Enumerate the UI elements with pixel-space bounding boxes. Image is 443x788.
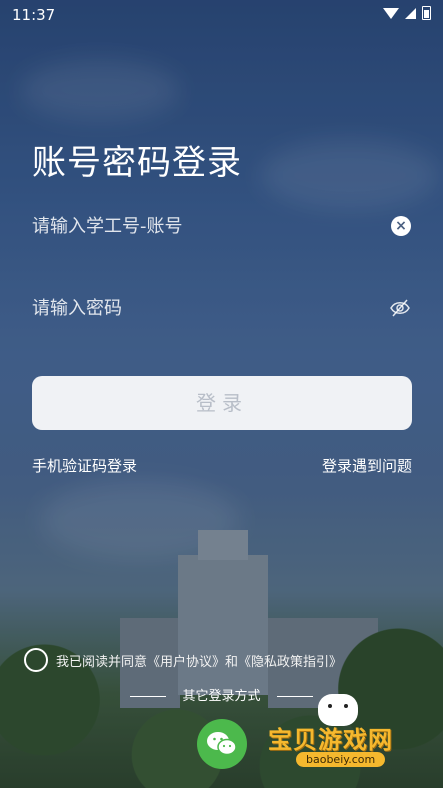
status-bar: 11:37 bbox=[0, 0, 443, 30]
account-field-wrapper: × bbox=[32, 206, 411, 246]
other-login-label: 其它登录方式 bbox=[182, 689, 261, 704]
agreement-row: 我已阅读并同意 《用户协议》 和 《隐私政策指引》 bbox=[24, 648, 342, 672]
clear-icon[interactable]: × bbox=[391, 216, 411, 236]
status-icons bbox=[383, 6, 431, 20]
account-input[interactable] bbox=[32, 206, 411, 246]
eye-off-icon[interactable] bbox=[389, 297, 411, 323]
wechat-icon bbox=[207, 732, 237, 756]
other-login-divider: 其它登录方式 bbox=[0, 685, 443, 704]
agreement-prefix: 我已阅读并同意 bbox=[56, 654, 148, 670]
divider-line bbox=[130, 696, 167, 697]
privacy-policy-link[interactable]: 《隐私政策指引》 bbox=[238, 651, 342, 670]
signal-icon bbox=[405, 7, 416, 19]
watermark: 宝贝游戏网 baobeiy.com bbox=[268, 720, 418, 780]
user-agreement-link[interactable]: 《用户协议》 bbox=[147, 651, 225, 670]
login-help-link[interactable]: 登录遇到问题 bbox=[322, 455, 412, 476]
sms-login-link[interactable]: 手机验证码登录 bbox=[32, 455, 137, 476]
password-field-wrapper bbox=[32, 288, 411, 328]
wechat-login-button[interactable] bbox=[197, 719, 247, 769]
agreement-checkbox[interactable] bbox=[24, 648, 48, 672]
login-button[interactable]: 登录 bbox=[32, 376, 412, 430]
battery-icon bbox=[422, 6, 431, 20]
password-input[interactable] bbox=[32, 288, 411, 328]
page-title: 账号密码登录 bbox=[32, 142, 242, 183]
divider-line bbox=[276, 696, 313, 697]
agreement-and: 和 bbox=[225, 654, 239, 670]
wifi-icon bbox=[383, 7, 399, 19]
watermark-url: baobeiy.com bbox=[296, 752, 386, 767]
watermark-text: 宝贝游戏网 bbox=[268, 726, 393, 754]
status-time: 11:37 bbox=[12, 6, 56, 24]
